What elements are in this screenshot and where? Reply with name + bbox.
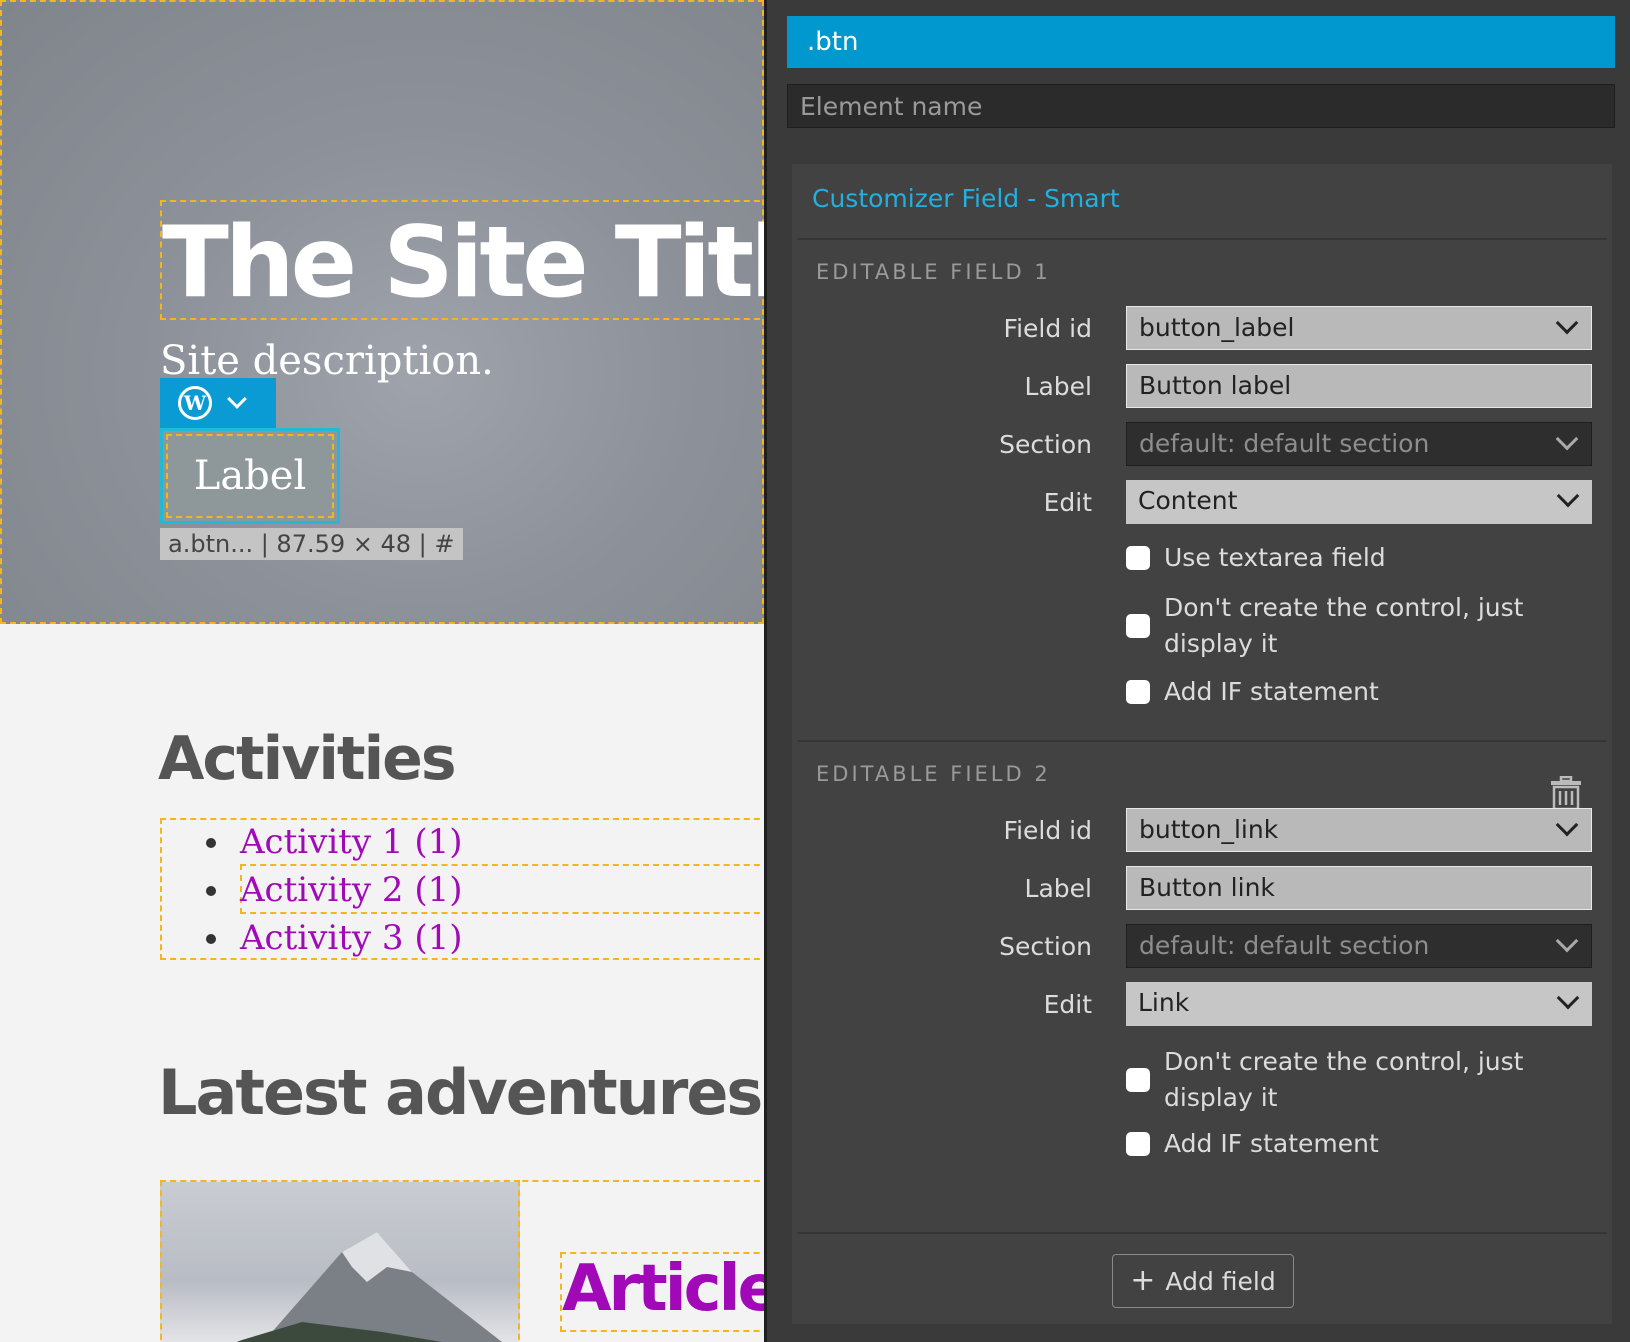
- display-only-line2: display it: [1164, 629, 1278, 658]
- section-select[interactable]: default: default section: [1126, 924, 1592, 968]
- divider: [797, 740, 1607, 742]
- label-label: Label: [1024, 874, 1092, 903]
- edit-value: Link: [1138, 988, 1190, 1017]
- display-only-checkbox[interactable]: [1126, 614, 1150, 638]
- display-only-line1: Don't create the control, just: [1164, 1047, 1524, 1076]
- section-label: Section: [999, 932, 1092, 961]
- list-item[interactable]: Activity 1 (1): [206, 818, 463, 866]
- label-input[interactable]: Button label: [1126, 364, 1592, 408]
- display-only-checkbox-label[interactable]: Don't create the control, just display i…: [1164, 590, 1523, 662]
- chevron-down-icon: [1556, 484, 1580, 508]
- field-id-label: Field id: [1003, 314, 1092, 343]
- list-item[interactable]: Activity 3 (1): [206, 914, 463, 962]
- chevron-down-icon: [1555, 813, 1579, 837]
- chevron-down-icon: [1555, 427, 1579, 451]
- field-id-value: button_link: [1139, 815, 1279, 844]
- if-statement-checkbox[interactable]: [1126, 680, 1150, 704]
- section-label: Section: [999, 430, 1092, 459]
- selector-bar[interactable]: .btn: [787, 16, 1615, 68]
- edit-label: Edit: [1043, 488, 1092, 517]
- add-field-label: Add field: [1165, 1266, 1276, 1296]
- site-title[interactable]: The Site Title: [162, 208, 764, 318]
- activities-list: Activity 1 (1) Activity 2 (1) Activity 3…: [206, 818, 463, 962]
- add-field-button[interactable]: + Add field: [1112, 1254, 1294, 1308]
- mountain-image: [236, 1232, 502, 1342]
- field-id-label: Field id: [1003, 816, 1092, 845]
- display-only-checkbox-label[interactable]: Don't create the control, just display i…: [1164, 1044, 1523, 1116]
- editable-field-2-heading: EDITABLE FIELD 2: [816, 762, 1051, 786]
- list-item[interactable]: Activity 2 (1): [206, 866, 463, 914]
- divider: [797, 1232, 1607, 1234]
- button-label[interactable]: Label: [166, 434, 334, 518]
- article-title[interactable]: Article: [562, 1252, 764, 1326]
- chevron-down-icon[interactable]: [227, 389, 247, 409]
- textarea-checkbox[interactable]: [1126, 546, 1150, 570]
- if-statement-checkbox[interactable]: [1126, 1132, 1150, 1156]
- element-toolbar[interactable]: W: [160, 378, 276, 428]
- label-input[interactable]: Button link: [1126, 866, 1592, 910]
- textarea-checkbox-label[interactable]: Use textarea field: [1164, 540, 1386, 576]
- section-value: default: default section: [1139, 931, 1430, 960]
- selected-button[interactable]: Label: [160, 428, 340, 524]
- chevron-down-icon: [1555, 929, 1579, 953]
- if-statement-checkbox-label[interactable]: Add IF statement: [1164, 1126, 1379, 1162]
- wordpress-icon[interactable]: W: [178, 386, 212, 420]
- section-select[interactable]: default: default section: [1126, 422, 1592, 466]
- plus-icon: +: [1130, 1263, 1156, 1298]
- if-statement-checkbox-label[interactable]: Add IF statement: [1164, 674, 1379, 710]
- display-only-line2: display it: [1164, 1083, 1278, 1112]
- edit-select[interactable]: Content: [1126, 480, 1592, 524]
- edit-select[interactable]: Link: [1126, 982, 1592, 1026]
- display-only-line1: Don't create the control, just: [1164, 593, 1524, 622]
- field-id-value: button_label: [1139, 313, 1295, 342]
- latest-adventures-heading: Latest adventures: [158, 1056, 763, 1129]
- section-value: default: default section: [1139, 429, 1430, 458]
- label-label: Label: [1024, 372, 1092, 401]
- edit-label: Edit: [1043, 990, 1092, 1019]
- edit-value: Content: [1138, 486, 1238, 515]
- field-id-select[interactable]: button_label: [1126, 306, 1592, 350]
- activities-heading: Activities: [158, 724, 457, 794]
- element-info-badge: a.btn... | 87.59 × 48 | #: [160, 528, 463, 560]
- divider: [797, 238, 1607, 240]
- properties-panel: .btn Customizer Field - Smart EDITABLE F…: [767, 0, 1630, 1342]
- chevron-down-icon: [1556, 986, 1580, 1010]
- editable-field-1-heading: EDITABLE FIELD 1: [816, 260, 1051, 284]
- element-name-input[interactable]: [787, 84, 1615, 128]
- field-id-select[interactable]: button_link: [1126, 808, 1592, 852]
- article-image[interactable]: [160, 1180, 520, 1342]
- trash-icon[interactable]: [1550, 776, 1582, 810]
- card-title[interactable]: Customizer Field - Smart: [812, 184, 1120, 213]
- display-only-checkbox[interactable]: [1126, 1068, 1150, 1092]
- chevron-down-icon: [1555, 311, 1579, 335]
- customizer-field-card: Customizer Field - Smart EDITABLE FIELD …: [792, 164, 1612, 1324]
- site-preview: The Site Title Site description. W Label…: [0, 0, 764, 1342]
